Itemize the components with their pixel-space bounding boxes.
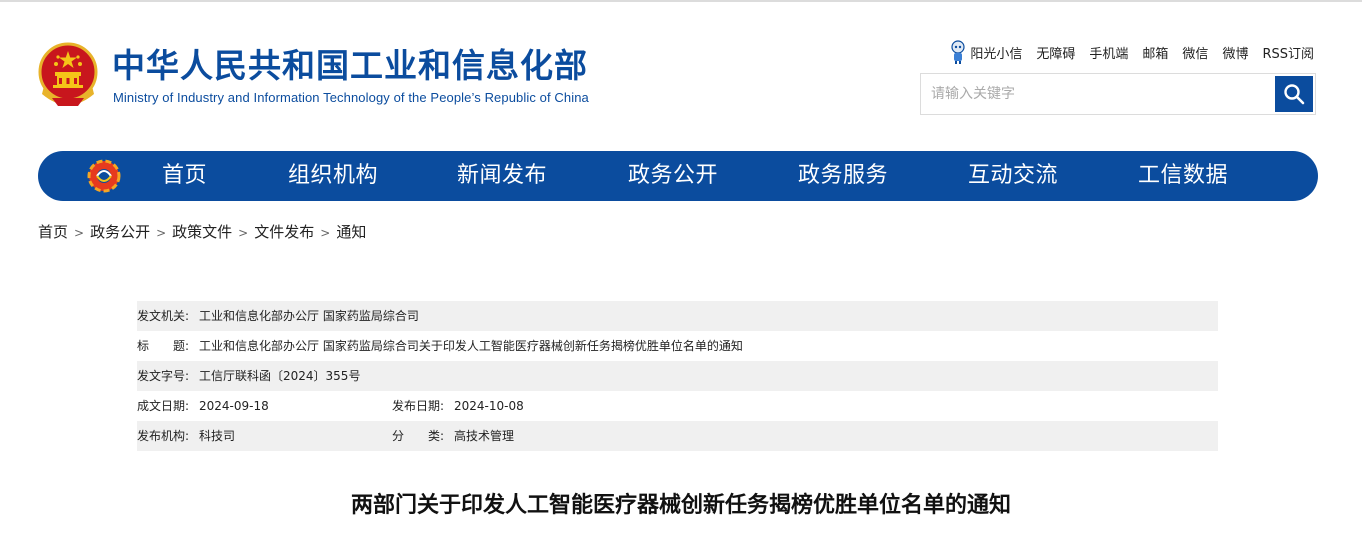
toplink-wechat[interactable]: 微信	[1182, 43, 1208, 62]
document-title: 两部门关于印发人工智能医疗器械创新任务揭榜优胜单位名单的通知	[350, 493, 1011, 518]
search-icon	[1284, 84, 1305, 105]
document-info-table: 发文机关: 工业和信息化部办公厅 国家药监局综合司 标 题: 工业和信息化部办公…	[137, 301, 1218, 451]
info-row-docno: 发文字号: 工信厅联科函〔2024〕355号	[137, 361, 1218, 391]
nav-news[interactable]: 新闻发布	[457, 151, 547, 201]
toplink-label[interactable]: 阳光小信	[970, 43, 1022, 62]
toplink-email[interactable]: 邮箱	[1142, 43, 1168, 62]
breadcrumb-home[interactable]: 首页	[38, 223, 68, 241]
site-subtitle: Ministry of Industry and Information Tec…	[113, 90, 589, 105]
published-date-value: 2024-10-08	[454, 399, 524, 413]
info-row-dates: 成文日期: 2024-09-18 发布日期: 2024-10-08	[137, 391, 1218, 421]
breadcrumb-policy-documents[interactable]: 政策文件	[172, 223, 232, 241]
robot-mascot-icon	[951, 40, 965, 64]
search-box	[920, 73, 1316, 115]
breadcrumb-notice[interactable]: 通知	[336, 223, 366, 241]
issuer-value: 工业和信息化部办公厅 国家药监局综合司	[199, 309, 419, 323]
toplink-mobile[interactable]: 手机端	[1089, 43, 1128, 62]
toplink-accessibility[interactable]: 无障碍	[1036, 43, 1075, 62]
written-date-value: 2024-09-18	[199, 399, 269, 413]
search-button[interactable]	[1275, 76, 1313, 112]
toplink-rss[interactable]: RSS订阅	[1262, 43, 1314, 62]
national-emblem-icon	[38, 42, 98, 106]
info-row-issuer: 发文机关: 工业和信息化部办公厅 国家药监局综合司	[137, 301, 1218, 331]
info-row-org: 发布机构: 科技司 分 类: 高技术管理	[137, 421, 1218, 451]
search-input[interactable]	[921, 74, 1275, 114]
info-row-title: 标 题: 工业和信息化部办公厅 国家药监局综合司关于印发人工智能医疗器械创新任务…	[137, 331, 1218, 361]
title-value: 工业和信息化部办公厅 国家药监局综合司关于印发人工智能医疗器械创新任务揭榜优胜单…	[199, 339, 743, 353]
toplink-weibo[interactable]: 微博	[1222, 43, 1248, 62]
breadcrumb: 首页 > 政务公开 > 政策文件 > 文件发布 > 通知	[38, 221, 366, 242]
chevron-right-icon: >	[156, 226, 167, 240]
top-links: 阳光小信 无障碍 手机端 邮箱 微信 微博 RSS订阅	[950, 40, 1314, 64]
main-nav: 首页 组织机构 新闻发布 政务公开 政务服务 互动交流 工信数据	[38, 151, 1318, 201]
category-value: 高技术管理	[454, 429, 515, 443]
nav-government-affairs[interactable]: 政务公开	[628, 151, 718, 201]
site-title: 中华人民共和国工业和信息化部	[112, 46, 588, 85]
chevron-right-icon: >	[320, 226, 331, 240]
published-date-label: 发布日期:	[392, 399, 445, 413]
top-divider	[0, 0, 1362, 2]
breadcrumb-government-affairs[interactable]: 政务公开	[90, 223, 150, 241]
docno-value: 工信厅联科函〔2024〕355号	[199, 369, 361, 383]
nav-government-services[interactable]: 政务服务	[798, 151, 888, 201]
toplink-yangguang[interactable]: 阳光小信	[950, 40, 1022, 64]
nav-home[interactable]: 首页	[162, 151, 207, 201]
nav-data[interactable]: 工信数据	[1138, 151, 1228, 201]
issuer-label: 发文机关:	[137, 309, 190, 323]
miit-logo-icon	[87, 159, 121, 193]
chevron-right-icon: >	[238, 226, 249, 240]
title-label: 标 题:	[137, 339, 190, 353]
org-label: 发布机构:	[137, 429, 190, 443]
category-label: 分 类:	[392, 429, 445, 443]
nav-interaction[interactable]: 互动交流	[968, 151, 1058, 201]
written-date-label: 成文日期:	[137, 399, 190, 413]
breadcrumb-document-release[interactable]: 文件发布	[254, 223, 314, 241]
nav-organization[interactable]: 组织机构	[288, 151, 378, 201]
org-value: 科技司	[199, 429, 236, 443]
docno-label: 发文字号:	[137, 369, 190, 383]
chevron-right-icon: >	[74, 226, 85, 240]
